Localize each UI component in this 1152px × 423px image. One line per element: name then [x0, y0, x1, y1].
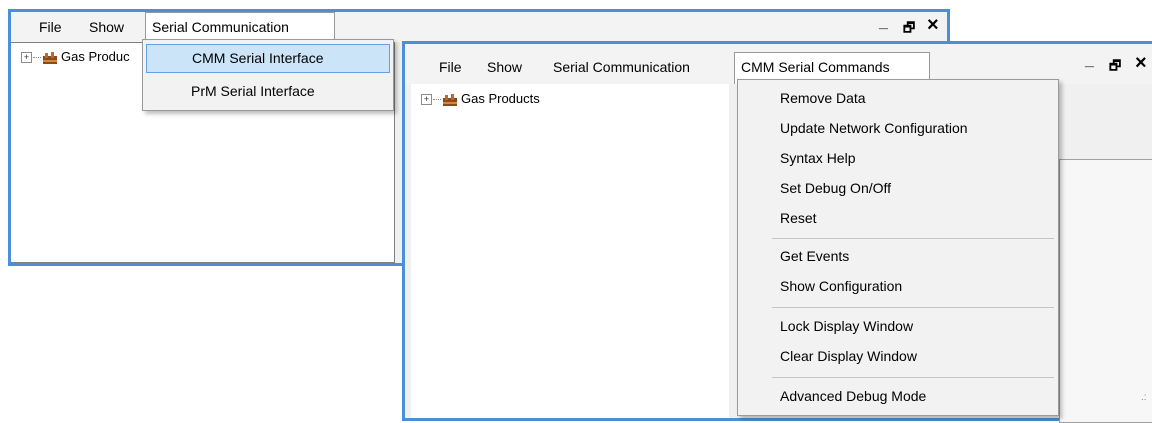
front-panel-box [1059, 159, 1152, 423]
menu-item-reset[interactable]: Reset [738, 204, 1058, 232]
back-close-icon[interactable]: × [927, 14, 939, 37]
back-minimize-icon[interactable]: _ [879, 14, 888, 32]
menu-item-show-configuration[interactable]: Show Configuration [738, 272, 1058, 300]
tree-connector [33, 57, 41, 59]
menu-item-cmm-serial-interface[interactable]: CMM Serial Interface [146, 44, 390, 73]
back-serial-dropdown: CMM Serial Interface PrM Serial Interfac… [142, 39, 394, 111]
front-close-icon[interactable]: × [1135, 52, 1147, 75]
tree-connector [433, 99, 441, 101]
menu-item-prm-serial-interface[interactable]: PrM Serial Interface [143, 77, 393, 105]
menu-item-label: PrM Serial Interface [191, 83, 315, 99]
front-menu-serial-communication[interactable]: Serial Communication [547, 52, 696, 82]
menu-item-lock-display-window[interactable]: Lock Display Window [738, 312, 1058, 340]
front-menu-show[interactable]: Show [481, 52, 528, 82]
menu-separator [772, 238, 1054, 239]
menu-item-label: Lock Display Window [780, 318, 914, 334]
front-minimize-icon[interactable]: _ [1085, 52, 1094, 70]
front-menubar: File Show Serial Communication CMM Seria… [405, 44, 1152, 86]
back-menu-file[interactable]: File [33, 12, 68, 42]
back-tree-item-gas-products[interactable]: + Gas Produc [21, 49, 130, 65]
menu-item-update-network-configuration[interactable]: Update Network Configuration [738, 114, 1058, 142]
menu-separator [772, 377, 1054, 378]
cmm-serial-commands-dropdown: Remove Data Update Network Configuration… [737, 79, 1059, 416]
back-menu-serial-communication[interactable]: Serial Communication [145, 12, 335, 42]
menu-item-label: Show Configuration [780, 278, 903, 294]
menu-item-advanced-debug-mode[interactable]: Advanced Debug Mode [738, 382, 1058, 410]
menu-item-label: Reset [780, 210, 817, 226]
menu-item-remove-data[interactable]: Remove Data [738, 84, 1058, 112]
front-tree-item-gas-products[interactable]: + Gas Products [421, 91, 540, 107]
menu-item-label: Remove Data [780, 90, 866, 106]
plus-box-icon[interactable]: + [21, 52, 32, 64]
back-tree-label: Gas Produc [61, 49, 130, 64]
back-menubar: File Show Serial Communication _ 🗗 × [11, 12, 947, 42]
front-restore-icon[interactable]: 🗗 [1109, 57, 1121, 79]
menu-item-syntax-help[interactable]: Syntax Help [738, 144, 1058, 172]
menu-item-label: Syntax Help [780, 150, 856, 166]
gas-products-icon [43, 51, 57, 64]
menu-separator [772, 307, 1054, 308]
menu-item-clear-display-window[interactable]: Clear Display Window [738, 342, 1058, 370]
front-tree-view[interactable]: + Gas Products [411, 84, 729, 418]
back-restore-icon[interactable]: 🗗 [903, 19, 915, 41]
menu-item-label: CMM Serial Interface [192, 50, 324, 66]
menu-item-label: Advanced Debug Mode [780, 388, 927, 404]
front-tree-label: Gas Products [461, 91, 540, 106]
menu-item-label: Set Debug On/Off [780, 180, 892, 196]
resize-grip-icon[interactable]: .: [1141, 392, 1147, 403]
back-menu-show[interactable]: Show [83, 12, 130, 42]
menu-item-get-events[interactable]: Get Events [738, 242, 1058, 270]
front-menu-file[interactable]: File [433, 52, 468, 82]
menu-item-set-debug-on-off[interactable]: Set Debug On/Off [738, 174, 1058, 202]
gas-products-icon [443, 93, 457, 106]
menu-item-label: Update Network Configuration [780, 120, 968, 136]
plus-box-icon[interactable]: + [421, 94, 432, 106]
menu-item-label: Clear Display Window [780, 348, 917, 364]
menu-item-label: Get Events [780, 248, 850, 264]
